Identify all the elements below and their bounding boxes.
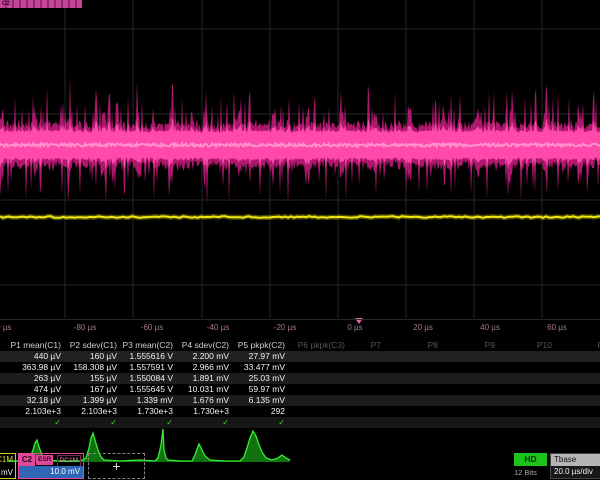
param-header-4[interactable]: P4 sdev(C2) [176, 340, 232, 351]
measure-cell-p5-min: 25.03 mV [232, 373, 288, 384]
param-header-3[interactable]: P3 mean(C2) [120, 340, 176, 351]
measure-cell-p1-max: 474 µV [8, 384, 64, 395]
measure-cell-p4-value: 2.200 mV [176, 351, 232, 362]
time-axis-label-4: -20 µs [274, 323, 296, 332]
channel-c1-descriptor[interactable]: DC1M 20.0 mV [0, 453, 16, 479]
measure-cell-p5-mean: 33.477 mV [232, 362, 288, 373]
measure-row-min: 263 µV155 µV1.550084 V1.891 mV25.03 mV [0, 373, 600, 384]
time-axis-label-3: -40 µs [207, 323, 229, 332]
measure-cell-p5-value: 27.97 mV [232, 351, 288, 362]
c2-channel-tab[interactable]: C2 [19, 454, 35, 466]
oscilloscope-screen: C2 -100 µs -80 µs -60 µs -40 µs -20 µs 0 µs 20… [0, 0, 600, 480]
param-header-unused-6[interactable]: P6 pkpk(C3) [298, 340, 345, 351]
measure-cell-p2-value: 160 µV [64, 351, 120, 362]
measure-cell-p1-mean: 363.98 µV [8, 362, 64, 373]
measure-row-num: 2.103e+32.103e+31.730e+31.730e+3292 [0, 406, 600, 417]
measure-row-value: 440 µV160 µV1.555616 V2.200 mV27.97 mV [0, 351, 600, 362]
measure-cell-p3-status: ✓ [120, 417, 176, 428]
measure-cell-p5-sdev: 6.135 mV [232, 395, 288, 406]
measure-cell-p5-max: 59.97 mV [232, 384, 288, 395]
measure-row-max: 474 µV167 µV1.555645 V10.031 mV59.97 mV [0, 384, 600, 395]
channel-c2-descriptor[interactable]: C2 ESR DC1M 10.0 mV [18, 453, 84, 479]
measure-cell-p2-num: 2.103e+3 [64, 406, 120, 417]
measure-cell-p5-status: ✓ [232, 417, 288, 428]
c1-vertical-scale: 20.0 mV [0, 468, 13, 477]
time-axis-label-0: -100 µs [0, 323, 11, 332]
measure-cell-p4-num: 1.730e+3 [176, 406, 232, 417]
measure-cell-p3-value: 1.555616 V [120, 351, 176, 362]
measure-cell-p2-max: 167 µV [64, 384, 120, 395]
measure-cell-p1-status: ✓ [8, 417, 64, 428]
measure-cell-p4-mean: 2.966 mV [176, 362, 232, 373]
param-header-unused-10[interactable]: P10 [537, 340, 552, 351]
measure-cell-p4-status: ✓ [176, 417, 232, 428]
measure-cell-p3-num: 1.730e+3 [120, 406, 176, 417]
measure-cell-p3-sdev: 1.339 mV [120, 395, 176, 406]
measure-cell-p4-max: 10.031 mV [176, 384, 232, 395]
time-axis-label-7: 40 µs [480, 323, 500, 332]
hd-bits-label: 12 Bits [514, 468, 537, 477]
add-trace-button[interactable]: + [88, 453, 145, 479]
measure-cell-p5-num: 292 [232, 406, 288, 417]
measure-row-sdev: 32.18 µV1.399 µV1.339 mV1.676 mV6.135 mV [0, 395, 600, 406]
time-axis-label-8: 60 µs [547, 323, 567, 332]
param-header-unused-9[interactable]: P9 [485, 340, 495, 351]
measure-table[interactable]: P1 mean(C1)P2 sdev(C1)P3 mean(C2)P4 sdev… [0, 340, 600, 429]
measure-cell-p3-mean: 1.557591 V [120, 362, 176, 373]
bottom-bar: DC1M 20.0 mV C2 ESR DC1M 10.0 mV + HD 12… [0, 452, 600, 480]
waveform-display[interactable]: C2 [0, 0, 600, 318]
trace-label-badge: C2 [0, 0, 82, 8]
measure-cell-p2-status: ✓ [64, 417, 120, 428]
measure-cell-p1-min: 263 µV [8, 373, 64, 384]
measure-cell-p2-min: 155 µV [64, 373, 120, 384]
timebase-label: Tbase [551, 454, 600, 466]
measure-row-mean: 363.98 µV158.308 µV1.557591 V2.966 mV33.… [0, 362, 600, 373]
hd-mode-badge[interactable]: HD [514, 453, 547, 466]
waveform-traces [0, 0, 600, 318]
measure-cell-p3-max: 1.555645 V [120, 384, 176, 395]
measure-cell-p1-num: 2.103e+3 [8, 406, 64, 417]
c2-vertical-scale: 10.0 mV [19, 466, 83, 478]
param-header-1[interactable]: P1 mean(C1) [8, 340, 64, 351]
time-axis-label-6: 20 µs [413, 323, 433, 332]
time-axis-label-1: -80 µs [74, 323, 96, 332]
measure-cell-p1-value: 440 µV [8, 351, 64, 362]
measure-cell-p3-min: 1.550084 V [120, 373, 176, 384]
time-axis: -100 µs -80 µs -60 µs -40 µs -20 µs 0 µs 20 µs… [0, 319, 600, 336]
timebase-descriptor[interactable]: Tbase 20.0 µs/div [550, 453, 600, 479]
param-header-2[interactable]: P2 sdev(C1) [64, 340, 120, 351]
param-header-unused-8[interactable]: P8 [428, 340, 438, 351]
param-header-unused-7[interactable]: P7 [371, 340, 381, 351]
measure-row-status: ✓✓✓✓✓ [0, 417, 600, 428]
param-header-5[interactable]: P5 pkpk(C2) [232, 340, 288, 351]
measure-cell-p2-sdev: 1.399 µV [64, 395, 120, 406]
timebase-value: 20.0 µs/div [551, 466, 600, 478]
c1-coupling-label: DC1M [0, 455, 13, 464]
time-axis-label-5: 0 µs [347, 323, 362, 332]
measure-cell-p4-min: 1.891 mV [176, 373, 232, 384]
measure-cell-p4-sdev: 1.676 mV [176, 395, 232, 406]
measure-cell-p1-sdev: 32.18 µV [8, 395, 64, 406]
c2-esr-badge: ESR [36, 455, 53, 465]
measure-cell-p2-mean: 158.308 µV [64, 362, 120, 373]
time-axis-label-2: -60 µs [141, 323, 163, 332]
